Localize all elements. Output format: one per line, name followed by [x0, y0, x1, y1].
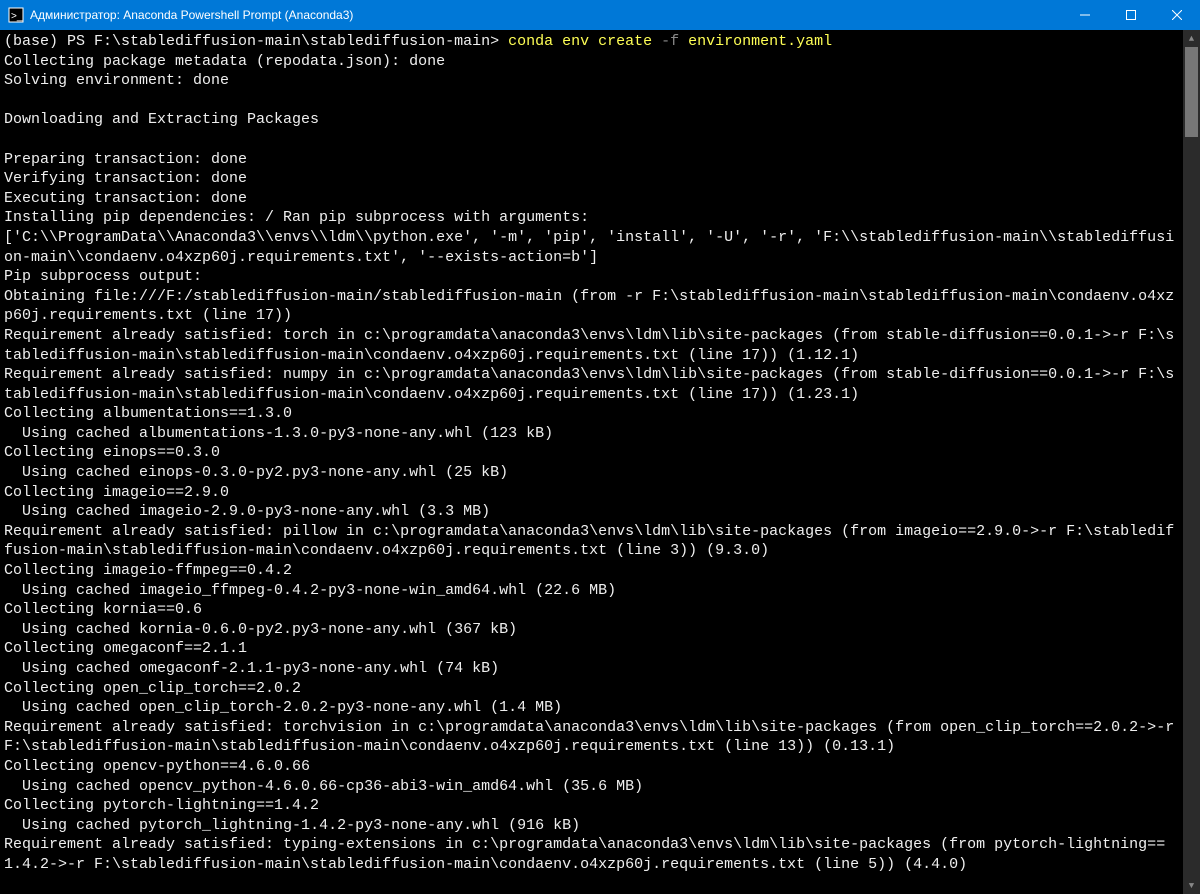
scroll-down-arrow-icon[interactable]: ▼: [1183, 877, 1200, 894]
terminal-container: (base) PS F:\stablediffusion-main\stable…: [0, 30, 1200, 894]
scroll-up-arrow-icon[interactable]: ▲: [1183, 30, 1200, 47]
scrollbar-track[interactable]: [1183, 47, 1200, 877]
close-button[interactable]: [1154, 0, 1200, 30]
prompt-prefix: (base) PS F:\stablediffusion-main\stable…: [4, 33, 508, 50]
titlebar[interactable]: >_ Администратор: Anaconda Powershell Pr…: [0, 0, 1200, 30]
svg-text:>_: >_: [11, 11, 23, 22]
command-text-1: conda env create: [508, 33, 661, 50]
application-window: >_ Администратор: Anaconda Powershell Pr…: [0, 0, 1200, 894]
app-icon: >_: [8, 7, 24, 23]
window-title: Администратор: Anaconda Powershell Promp…: [30, 8, 353, 22]
minimize-button[interactable]: [1062, 0, 1108, 30]
maximize-button[interactable]: [1108, 0, 1154, 30]
command-text-2: environment.yaml: [679, 33, 832, 50]
terminal-log: Collecting package metadata (repodata.js…: [4, 53, 1183, 873]
vertical-scrollbar[interactable]: ▲ ▼: [1183, 30, 1200, 894]
terminal-output[interactable]: (base) PS F:\stablediffusion-main\stable…: [0, 30, 1183, 894]
command-option: -f: [661, 33, 679, 50]
scrollbar-thumb[interactable]: [1185, 47, 1198, 137]
